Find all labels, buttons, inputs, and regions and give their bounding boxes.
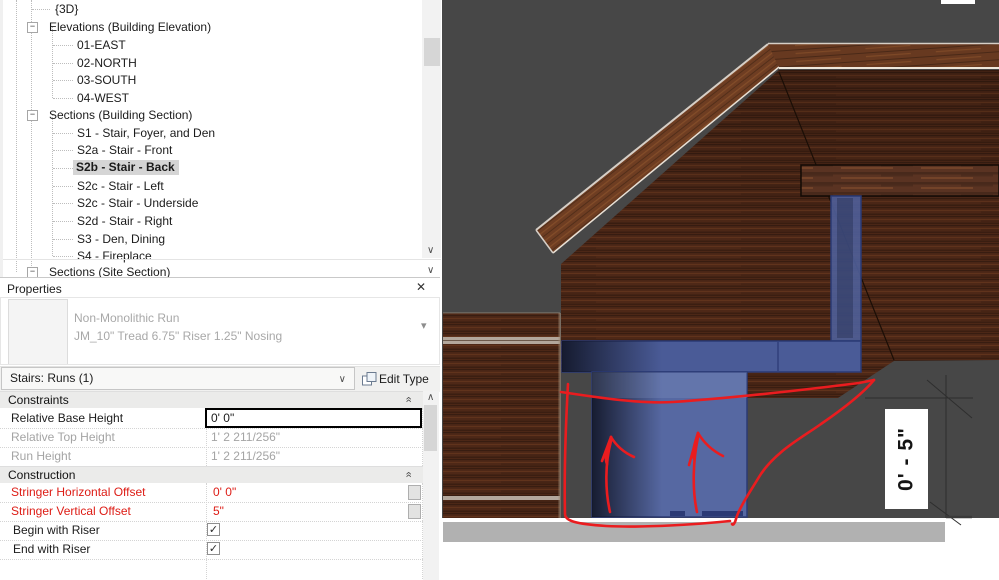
tree-guide-line bbox=[31, 0, 32, 268]
tree-guide-line bbox=[53, 45, 73, 46]
browser-item-elevations[interactable]: Elevations (Building Elevation) bbox=[49, 19, 211, 35]
browser-item-s2d[interactable]: S2d - Stair - Right bbox=[77, 213, 172, 229]
grid-line bbox=[0, 502, 423, 503]
param-value: 1' 2 211/256" bbox=[211, 430, 280, 444]
wood-beam bbox=[801, 165, 999, 196]
scroll-up-icon[interactable]: ∧ bbox=[427, 393, 434, 403]
close-icon[interactable]: ✕ bbox=[416, 280, 426, 294]
browser-item-sections-site[interactable]: Sections (Site Section) bbox=[49, 264, 170, 277]
filter-label: Stairs: Runs (1) bbox=[10, 371, 93, 385]
tree-guide-line bbox=[53, 80, 73, 81]
divider bbox=[3, 259, 443, 260]
tree-guide-line bbox=[53, 221, 73, 222]
dimension-text: 0' - 5" bbox=[895, 427, 918, 491]
browser-item-01-east[interactable]: 01-EAST bbox=[77, 37, 126, 53]
collapse-toggle-icon[interactable]: − bbox=[27, 110, 38, 121]
project-browser: − − − {3D} Elevations (Building Elevatio… bbox=[0, 0, 443, 277]
param-label: Stringer Vertical Offset bbox=[11, 504, 131, 518]
param-label: Relative Base Height bbox=[11, 411, 123, 425]
param-value: 1' 2 211/256" bbox=[211, 449, 280, 463]
edit-type-button[interactable]: Edit Type bbox=[359, 368, 439, 390]
checkbox-checked[interactable]: ✓ bbox=[207, 542, 220, 555]
tree-guide-line bbox=[53, 168, 73, 169]
grid-line bbox=[0, 521, 423, 522]
properties-panel: Properties ✕ Non-Monolithic Run JM_10" T… bbox=[0, 277, 440, 580]
collapse-section-icon[interactable]: « bbox=[403, 396, 414, 402]
tree-guide-line bbox=[16, 0, 17, 272]
browser-item-s2b-selected[interactable]: S2b - Stair - Back bbox=[73, 159, 179, 175]
collapse-section-icon[interactable]: « bbox=[403, 471, 414, 477]
type-description: JM_10" Tread 6.75" Riser 1.25" Nosing bbox=[74, 329, 282, 343]
browser-item-03-south[interactable]: 03-SOUTH bbox=[77, 72, 136, 88]
param-value-input[interactable]: 0' 0" bbox=[205, 408, 422, 428]
3d-view-canvas: 0' - 5" bbox=[441, 0, 999, 580]
param-label: End with Riser bbox=[13, 542, 90, 556]
panel-title: Properties bbox=[7, 282, 62, 296]
tree-guide-line bbox=[32, 9, 50, 10]
tree-guide-line bbox=[53, 98, 73, 99]
scroll-down-icon[interactable]: ∨ bbox=[427, 266, 434, 276]
type-name: Non-Monolithic Run bbox=[74, 311, 179, 325]
browser-item-s2c-underside[interactable]: S2c - Stair - Underside bbox=[77, 195, 198, 211]
browser-item-04-west[interactable]: 04-WEST bbox=[77, 90, 129, 106]
browser-item-sections-building[interactable]: Sections (Building Section) bbox=[49, 107, 192, 123]
scrollbar-thumb[interactable] bbox=[424, 38, 440, 66]
param-side-button[interactable] bbox=[408, 504, 421, 519]
param-side-button[interactable] bbox=[408, 485, 421, 500]
checkbox-checked[interactable]: ✓ bbox=[207, 523, 220, 536]
scrollbar-thumb[interactable] bbox=[424, 405, 437, 451]
param-label: Stringer Horizontal Offset bbox=[11, 485, 146, 499]
param-label: Run Height bbox=[11, 449, 71, 463]
grid-line bbox=[206, 483, 207, 579]
collapse-toggle-icon[interactable]: − bbox=[27, 22, 38, 33]
tree-guide-line bbox=[53, 239, 73, 240]
browser-item-s2c-left[interactable]: S2c - Stair - Left bbox=[77, 178, 164, 194]
browser-item-s3[interactable]: S3 - Den, Dining bbox=[77, 231, 165, 247]
browser-item-s4[interactable]: S4 - Fireplace bbox=[77, 248, 152, 264]
tree-guide-line bbox=[53, 186, 73, 187]
grid-line bbox=[0, 559, 423, 560]
3d-view[interactable]: 0' - 5" bbox=[441, 0, 999, 580]
grid-line bbox=[206, 428, 207, 466]
param-value[interactable]: 5" bbox=[213, 504, 224, 518]
scroll-down-icon[interactable]: ∨ bbox=[427, 246, 434, 256]
chevron-down-icon: ∨ bbox=[339, 375, 346, 385]
browser-item-3d[interactable]: {3D} bbox=[55, 1, 78, 17]
edit-type-icon bbox=[361, 371, 378, 392]
browser-item-s2a[interactable]: S2a - Stair - Front bbox=[77, 142, 172, 158]
param-label: Relative Top Height bbox=[11, 430, 115, 444]
section-header-constraints[interactable]: Constraints bbox=[0, 391, 423, 408]
collapse-toggle-icon[interactable]: − bbox=[27, 267, 38, 277]
revit-window: − − − {3D} Elevations (Building Elevatio… bbox=[0, 0, 999, 580]
section-header-construction[interactable]: Construction bbox=[0, 466, 423, 483]
tree-guide-line bbox=[53, 203, 73, 204]
tree-guide-line bbox=[53, 150, 73, 151]
tree-guide-line bbox=[53, 63, 73, 64]
wall-siding bbox=[443, 313, 561, 518]
element-filter-combo[interactable]: Stairs: Runs (1) ∨ bbox=[1, 367, 355, 390]
grid-line bbox=[0, 428, 423, 429]
grid-line bbox=[0, 447, 423, 448]
chevron-down-icon[interactable]: ▾ bbox=[421, 319, 427, 332]
param-label: Begin with Riser bbox=[13, 523, 100, 537]
tree-guide-line bbox=[53, 133, 73, 134]
browser-item-02-north[interactable]: 02-NORTH bbox=[77, 55, 137, 71]
param-value[interactable]: 0' 0" bbox=[213, 485, 236, 499]
tree-guide-line bbox=[53, 256, 73, 257]
grid-line bbox=[0, 540, 423, 541]
browser-item-s1[interactable]: S1 - Stair, Foyer, and Den bbox=[77, 125, 215, 141]
edit-type-label: Edit Type bbox=[379, 372, 429, 386]
